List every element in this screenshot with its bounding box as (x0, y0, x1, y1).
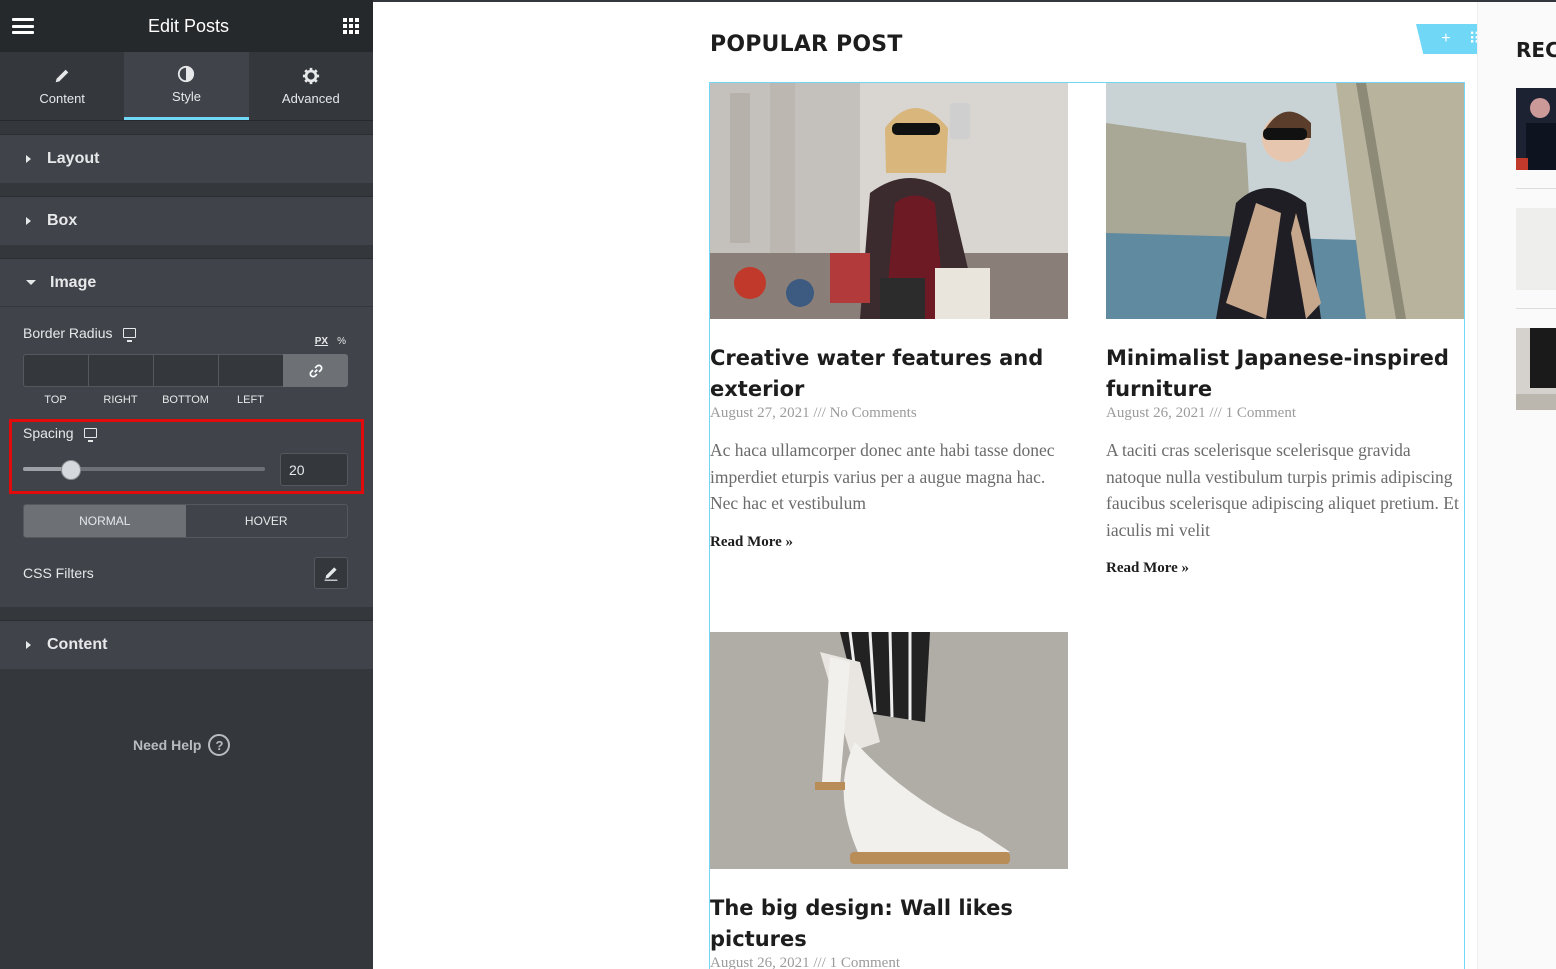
unit-percent[interactable]: % (337, 336, 346, 347)
post-title[interactable]: Minimalist Japanese-inspired furniture (1106, 343, 1464, 405)
recent-post-thumbnail[interactable] (1516, 88, 1556, 170)
radius-top-input[interactable] (23, 354, 88, 387)
radius-bottom-input[interactable] (153, 354, 218, 387)
post-image[interactable] (710, 83, 1068, 319)
tab-style[interactable]: Style (124, 52, 249, 120)
css-filters-label: CSS Filters (23, 565, 94, 581)
widgets-grid-icon[interactable] (342, 18, 359, 34)
need-help-link[interactable]: Need Help ? (133, 734, 231, 756)
panel-title: Edit Posts (147, 15, 230, 36)
section-image[interactable]: Image (0, 258, 373, 307)
popular-post-heading: POPULAR POST (710, 32, 903, 57)
toggle-hover[interactable]: HOVER (186, 505, 348, 537)
tab-advanced[interactable]: Advanced (249, 52, 373, 120)
post-title[interactable]: The big design: Wall likes pictures (710, 893, 1068, 955)
post-meta: August 27, 2021 /// No Comments (710, 405, 917, 421)
post-excerpt: Ac haca ullamcorper donec ante habi tass… (710, 440, 1055, 513)
post-excerpt: A taciti cras scelerisque scelerisque gr… (1106, 440, 1459, 540)
css-filters-edit-button[interactable] (314, 557, 348, 589)
section-content[interactable]: Content (0, 620, 373, 669)
read-more-link[interactable]: Read More » (710, 534, 1068, 551)
toggle-normal[interactable]: NORMAL (24, 505, 186, 537)
spacing-highlight-box (9, 419, 364, 494)
menu-icon[interactable] (12, 18, 34, 34)
section-box-label: Box (47, 212, 78, 229)
read-more-link[interactable]: Read More » (1106, 560, 1464, 577)
tab-style-label: Style (172, 89, 201, 104)
caret-right-icon (26, 155, 31, 163)
border-radius-label: Border Radius (23, 325, 113, 341)
section-content-label: Content (47, 636, 108, 653)
post-image[interactable] (710, 632, 1068, 869)
caret-down-icon (26, 280, 36, 285)
radius-right-input[interactable] (88, 354, 153, 387)
post-image[interactable] (1106, 83, 1464, 319)
recent-posts-title: REC (1516, 38, 1556, 62)
section-layout[interactable]: Layout (0, 134, 373, 183)
post-card: Minimalist Japanese-inspired furniture A… (1106, 83, 1464, 577)
tab-content[interactable]: Content (0, 52, 124, 120)
editor-panel: Edit Posts Content Style Advanced Layout… (0, 0, 373, 969)
post-card: The big design: Wall likes pictures Augu… (710, 632, 1068, 969)
post-meta: August 26, 2021 /// 1 Comment (710, 955, 901, 969)
tab-content-label: Content (39, 90, 85, 106)
radius-left-input[interactable] (218, 354, 283, 387)
unit-switcher: PX % (315, 336, 346, 347)
post-meta: August 26, 2021 /// 1 Comment (1106, 405, 1297, 421)
page-preview: POPULAR POST + ⠿ ✕ (373, 0, 1556, 969)
recent-post-thumbnail[interactable] (1516, 208, 1556, 290)
border-radius-side-labels: TOP RIGHT BOTTOM LEFT (23, 394, 283, 406)
label-right: RIGHT (103, 394, 138, 406)
section-layout-label: Layout (47, 150, 100, 167)
unit-px[interactable]: PX (315, 336, 328, 347)
section-image-label: Image (50, 273, 97, 291)
panel-header: Edit Posts (0, 0, 373, 52)
gear-icon (302, 67, 319, 84)
help-icon: ? (208, 734, 231, 756)
pencil-icon (324, 567, 338, 581)
link-values-button[interactable] (283, 354, 348, 387)
label-bottom: BOTTOM (162, 394, 209, 406)
add-icon[interactable]: + (1441, 30, 1450, 48)
state-toggle: NORMAL HOVER (23, 504, 348, 538)
contrast-icon (178, 65, 195, 83)
border-radius-label-row: Border Radius (23, 325, 350, 342)
post-card: Creative water features and exterior Aug… (710, 83, 1068, 551)
tab-advanced-label: Advanced (281, 90, 340, 106)
caret-right-icon (26, 641, 31, 649)
panel-tabs: Content Style Advanced (0, 52, 373, 121)
divider (1516, 188, 1556, 189)
label-top: TOP (44, 394, 67, 406)
divider (1516, 308, 1556, 309)
recent-post-thumbnail[interactable] (1516, 328, 1556, 410)
caret-right-icon (26, 217, 31, 225)
section-box[interactable]: Box (0, 196, 373, 245)
border-radius-inputs (23, 354, 350, 387)
pencil-icon (55, 69, 69, 82)
desktop-icon[interactable] (122, 328, 136, 342)
post-title[interactable]: Creative water features and exterior (710, 343, 1068, 405)
link-icon (309, 364, 322, 377)
need-help-label: Need Help (133, 737, 202, 753)
label-left: LEFT (237, 394, 264, 406)
